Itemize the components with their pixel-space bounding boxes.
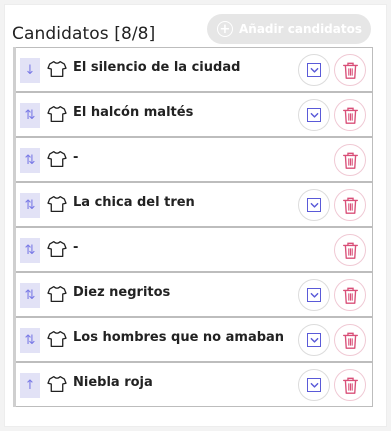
- drag-handle[interactable]: ⇅: [20, 103, 40, 128]
- expand-button[interactable]: [298, 54, 330, 86]
- candidate-row: ⇅ Diez negritos: [16, 272, 373, 317]
- candidate-name: Niebla roja: [73, 375, 153, 390]
- drag-handle[interactable]: ⇅: [20, 193, 40, 218]
- drag-handle[interactable]: ⇅: [20, 238, 40, 263]
- arrows-up-down-icon: ⇅: [24, 108, 36, 123]
- trash-icon: [342, 241, 359, 260]
- add-candidates-label: Añadir candidatos: [239, 22, 362, 36]
- expand-button[interactable]: [298, 324, 330, 356]
- shirt-icon: [47, 240, 69, 260]
- candidate-row: ↓ El silencio de la ciudad: [16, 47, 373, 92]
- trash-icon: [342, 376, 359, 395]
- arrow-up-icon: ↑: [24, 378, 36, 393]
- trash-icon: [342, 106, 359, 125]
- panel-title: Candidatos [8/8]: [12, 24, 156, 44]
- candidates-list: ↓ El silencio de la ciudad ⇅ El halcón malt…: [13, 47, 373, 407]
- expand-button[interactable]: [298, 279, 330, 311]
- candidate-name: -: [73, 240, 79, 255]
- delete-button[interactable]: [334, 279, 366, 311]
- shirt-icon: [47, 60, 69, 80]
- chevron-down-icon: [307, 288, 321, 302]
- candidate-row: ⇅ La chica del tren: [16, 182, 373, 227]
- shirt-icon: [47, 285, 69, 305]
- shirt-icon: [47, 330, 69, 350]
- expand-button[interactable]: [298, 189, 330, 221]
- candidate-row: ⇅ Los hombres que no amaban: [16, 317, 373, 362]
- candidate-name: La chica del tren: [73, 195, 195, 210]
- candidate-name: El silencio de la ciudad: [73, 60, 241, 75]
- candidate-name: Diez negritos: [73, 285, 171, 300]
- plus-circle-icon: +: [217, 21, 233, 37]
- arrows-up-down-icon: ⇅: [24, 243, 36, 258]
- arrows-up-down-icon: ⇅: [24, 198, 36, 213]
- delete-button[interactable]: [334, 189, 366, 221]
- candidate-name: El halcón maltés: [73, 105, 194, 120]
- arrows-up-down-icon: ⇅: [24, 333, 36, 348]
- delete-button[interactable]: [334, 144, 366, 176]
- arrow-down-icon: ↓: [24, 63, 36, 78]
- delete-button[interactable]: [334, 99, 366, 131]
- trash-icon: [342, 151, 359, 170]
- shirt-icon: [47, 150, 69, 170]
- expand-button[interactable]: [298, 369, 330, 401]
- drag-handle[interactable]: ↓: [20, 58, 40, 83]
- arrows-up-down-icon: ⇅: [24, 153, 36, 168]
- candidate-name: Los hombres que no amaban: [73, 330, 285, 345]
- chevron-down-icon: [307, 378, 321, 392]
- candidate-row: ↑ Niebla roja: [16, 362, 373, 407]
- delete-button[interactable]: [334, 234, 366, 266]
- chevron-down-icon: [307, 63, 321, 77]
- candidate-row: ⇅ -: [16, 227, 373, 272]
- drag-handle[interactable]: ↑: [20, 373, 40, 398]
- candidate-row: ⇅ -: [16, 137, 373, 182]
- drag-handle[interactable]: ⇅: [20, 148, 40, 173]
- expand-button[interactable]: [298, 99, 330, 131]
- delete-button[interactable]: [334, 369, 366, 401]
- add-candidates-button[interactable]: + Añadir candidatos: [207, 14, 371, 44]
- shirt-icon: [47, 375, 69, 395]
- trash-icon: [342, 286, 359, 305]
- chevron-down-icon: [307, 198, 321, 212]
- drag-handle[interactable]: ⇅: [20, 328, 40, 353]
- candidate-row: ⇅ El halcón maltés: [16, 92, 373, 137]
- trash-icon: [342, 61, 359, 80]
- arrows-up-down-icon: ⇅: [24, 288, 36, 303]
- shirt-icon: [47, 105, 69, 125]
- drag-handle[interactable]: ⇅: [20, 283, 40, 308]
- shirt-icon: [47, 195, 69, 215]
- chevron-down-icon: [307, 108, 321, 122]
- delete-button[interactable]: [334, 54, 366, 86]
- chevron-down-icon: [307, 333, 321, 347]
- delete-button[interactable]: [334, 324, 366, 356]
- candidate-name: -: [73, 150, 79, 165]
- trash-icon: [342, 331, 359, 350]
- trash-icon: [342, 196, 359, 215]
